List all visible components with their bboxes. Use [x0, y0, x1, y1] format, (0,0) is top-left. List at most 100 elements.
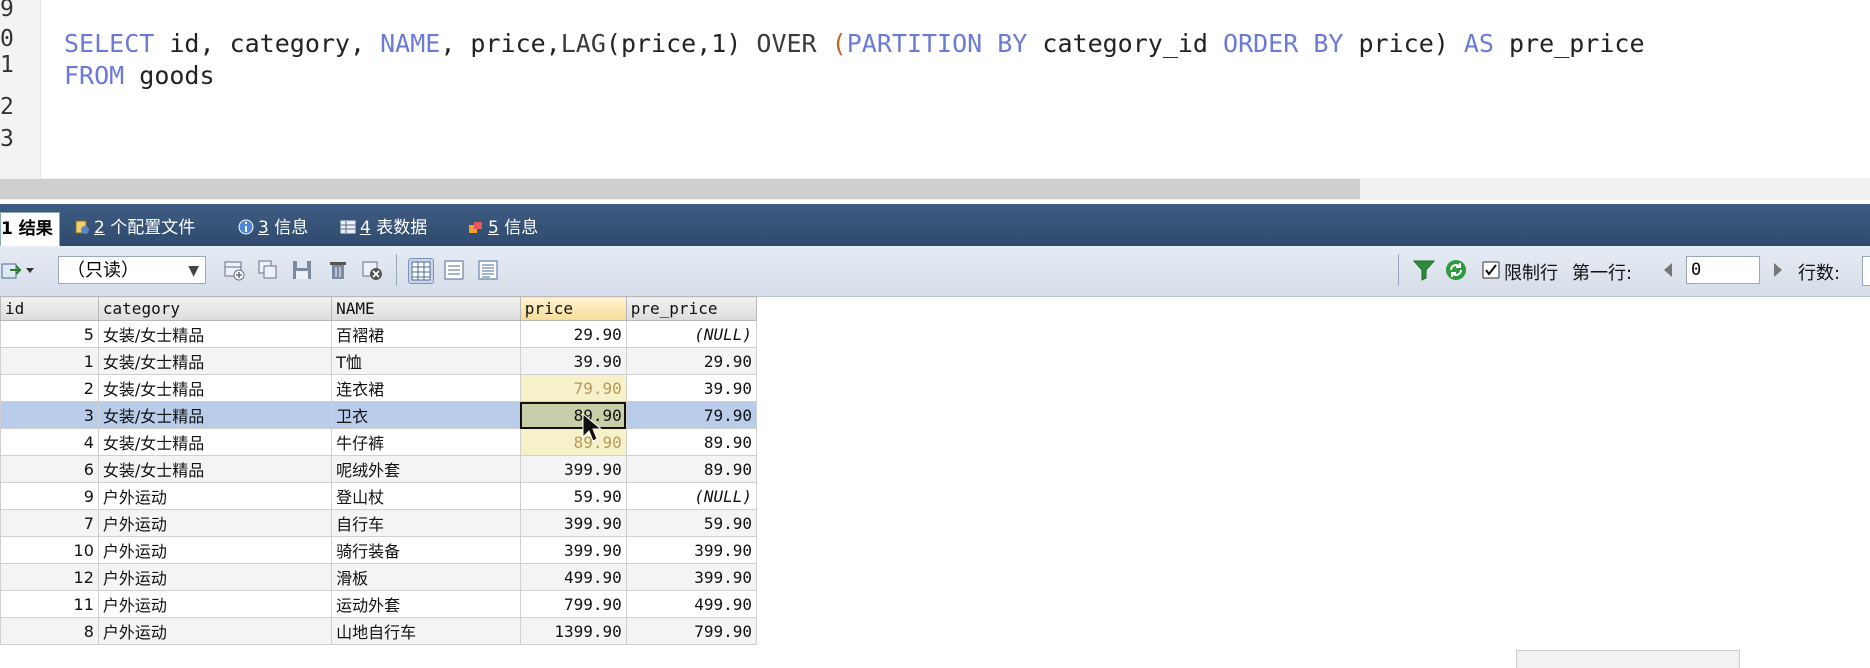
cell-pre-price[interactable]: 399.90 — [625, 536, 758, 564]
column-header-name[interactable]: NAME — [331, 296, 521, 321]
cell-category[interactable]: 户外运动 — [97, 536, 333, 564]
cell-id[interactable]: 6 — [0, 455, 99, 483]
cell-name[interactable]: T恤 — [331, 347, 521, 375]
ime-toolbar[interactable] — [1516, 650, 1740, 668]
table-row[interactable]: 8 户外运动 山地自行车 1399.90 799.90 — [0, 617, 758, 645]
table-row[interactable]: 4 女装/女士精品 牛仔裤 89.90 89.90 — [0, 428, 758, 456]
table-row[interactable]: 11 户外运动 运动外套 799.90 499.90 — [0, 590, 758, 618]
table-row[interactable]: 2 女装/女士精品 连衣裙 79.90 39.90 — [0, 374, 758, 402]
cell-name[interactable]: 登山杖 — [331, 482, 521, 510]
cell-id[interactable]: 11 — [0, 590, 99, 618]
text-view-icon[interactable] — [476, 258, 500, 282]
sql-line-select[interactable]: SELECT id, category, NAME, price,LAG(pri… — [64, 28, 1645, 60]
cell-price[interactable]: 39.90 — [519, 347, 627, 375]
tab-profiles[interactable]: 2 个配置文件 — [74, 212, 195, 246]
insert-row-icon[interactable] — [222, 258, 246, 282]
cell-id[interactable]: 2 — [0, 374, 99, 402]
sql-editor[interactable]: 9 0 1 2 3 SELECT id, category, NAME, pri… — [0, 0, 1870, 178]
cell-price[interactable]: 59.90 — [519, 482, 627, 510]
cell-name[interactable]: 呢绒外套 — [331, 455, 521, 483]
cell-category[interactable]: 女装/女士精品 — [97, 320, 333, 348]
cell-category[interactable]: 户外运动 — [97, 482, 333, 510]
cell-category[interactable]: 户外运动 — [97, 563, 333, 591]
cell-name[interactable]: 卫衣 — [331, 401, 521, 429]
form-view-icon[interactable] — [442, 258, 466, 282]
cell-pre-price[interactable]: (NULL) — [625, 482, 758, 510]
cell-id[interactable]: 5 — [0, 320, 99, 348]
rows-count-input[interactable] — [1862, 256, 1870, 286]
cell-price[interactable]: 499.90 — [519, 563, 627, 591]
limit-rows-label[interactable]: 限制行 — [1504, 259, 1558, 285]
cell-price[interactable]: 89.90 — [519, 428, 627, 456]
cell-id[interactable]: 8 — [0, 617, 99, 645]
table-row[interactable]: 9 户外运动 登山杖 59.90 (NULL) — [0, 482, 758, 510]
table-row[interactable]: 12 户外运动 滑板 499.90 399.90 — [0, 563, 758, 591]
cell-pre-price[interactable]: 59.90 — [625, 509, 758, 537]
filter-icon[interactable] — [1412, 258, 1436, 282]
cell-id[interactable]: 7 — [0, 509, 99, 537]
cell-pre-price[interactable]: 89.90 — [625, 455, 758, 483]
export-icon[interactable] — [0, 258, 24, 282]
cell-category[interactable]: 女装/女士精品 — [97, 455, 333, 483]
cell-pre-price[interactable]: 499.90 — [625, 590, 758, 618]
cell-pre-price[interactable]: (NULL) — [625, 320, 758, 348]
cancel-changes-icon[interactable] — [360, 258, 384, 282]
trash-icon[interactable] — [326, 258, 350, 282]
cell-id[interactable]: 1 — [0, 347, 99, 375]
cell-price[interactable]: 79.90 — [519, 374, 627, 402]
table-row[interactable]: 6 女装/女士精品 呢绒外套 399.90 89.90 — [0, 455, 758, 483]
cell-price[interactable]: 1399.90 — [519, 617, 627, 645]
cell-price[interactable]: 399.90 — [519, 455, 627, 483]
cell-category[interactable]: 女装/女士精品 — [97, 401, 333, 429]
column-header-id[interactable]: id — [0, 296, 99, 321]
limit-rows-checkbox[interactable] — [1482, 261, 1500, 279]
tab-table-data[interactable]: 4 表数据 — [340, 212, 427, 246]
next-page-icon[interactable] — [1770, 260, 1786, 280]
cell-pre-price[interactable]: 399.90 — [625, 563, 758, 591]
cell-pre-price[interactable]: 799.90 — [625, 617, 758, 645]
cell-category[interactable]: 户外运动 — [97, 509, 333, 537]
table-row[interactable]: 3 女装/女士精品 卫衣 89.90 79.90 — [0, 401, 758, 429]
cell-id[interactable]: 9 — [0, 482, 99, 510]
cell-price[interactable]: 399.90 — [519, 509, 627, 537]
cell-name[interactable]: 滑板 — [331, 563, 521, 591]
table-row[interactable]: 7 户外运动 自行车 399.90 59.90 — [0, 509, 758, 537]
refresh-icon[interactable] — [1444, 258, 1468, 282]
column-header-price[interactable]: price — [519, 296, 627, 321]
result-grid[interactable]: id category NAME price pre_price 5 女装/女士精… — [0, 296, 758, 645]
column-header-category[interactable]: category — [97, 296, 333, 321]
cell-name[interactable]: 牛仔裤 — [331, 428, 521, 456]
cell-price[interactable]: 29.90 — [519, 320, 627, 348]
cell-pre-price[interactable]: 79.90 — [625, 401, 758, 429]
tab-info-3[interactable]: 3 信息 — [238, 212, 308, 246]
editor-scrollbar-thumb[interactable] — [0, 179, 1360, 199]
cell-price[interactable]: 799.90 — [519, 590, 627, 618]
first-row-input[interactable]: 0 — [1686, 256, 1760, 284]
save-icon[interactable] — [290, 258, 314, 282]
cell-category[interactable]: 女装/女士精品 — [97, 428, 333, 456]
cell-name[interactable]: 山地自行车 — [331, 617, 521, 645]
cell-category[interactable]: 女装/女士精品 — [97, 347, 333, 375]
cell-name[interactable]: 百褶裙 — [331, 320, 521, 348]
table-row[interactable]: 10 户外运动 骑行装备 399.90 399.90 — [0, 536, 758, 564]
duplicate-row-icon[interactable] — [256, 258, 280, 282]
cell-price[interactable]: 89.90 — [519, 401, 627, 429]
table-row[interactable]: 1 女装/女士精品 T恤 39.90 29.90 — [0, 347, 758, 375]
cell-id[interactable]: 4 — [0, 428, 99, 456]
column-header-pre-price[interactable]: pre_price — [625, 296, 758, 321]
chevron-down-icon[interactable] — [24, 258, 36, 282]
cell-id[interactable]: 12 — [0, 563, 99, 591]
tab-info-5[interactable]: 5 信息 — [468, 212, 538, 246]
cell-name[interactable]: 连衣裙 — [331, 374, 521, 402]
cell-pre-price[interactable]: 89.90 — [625, 428, 758, 456]
cell-price[interactable]: 399.90 — [519, 536, 627, 564]
cell-pre-price[interactable]: 39.90 — [625, 374, 758, 402]
previous-page-icon[interactable] — [1660, 260, 1676, 280]
cell-category[interactable]: 户外运动 — [97, 590, 333, 618]
cell-name[interactable]: 骑行装备 — [331, 536, 521, 564]
sql-line-from[interactable]: FROM goods — [64, 60, 215, 92]
tab-results[interactable]: 1 结果 — [0, 212, 60, 247]
cell-name[interactable]: 自行车 — [331, 509, 521, 537]
cell-id[interactable]: 10 — [0, 536, 99, 564]
cell-pre-price[interactable]: 29.90 — [625, 347, 758, 375]
